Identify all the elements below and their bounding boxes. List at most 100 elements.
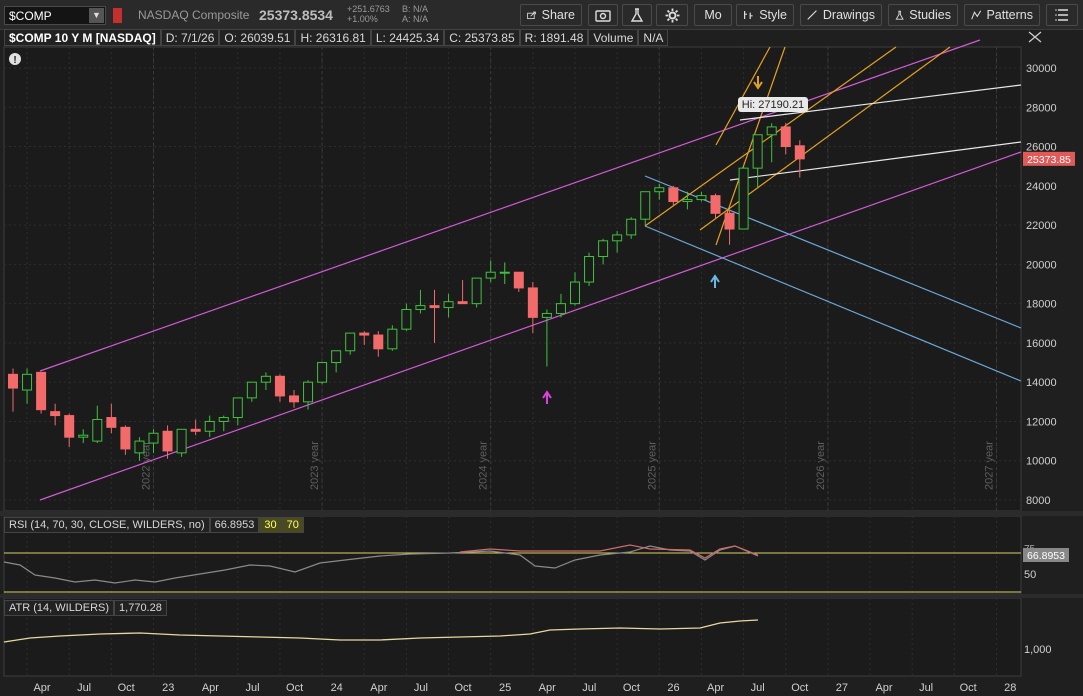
candle-down[interactable] — [190, 428, 201, 432]
candle-down[interactable] — [457, 301, 468, 305]
settings-button[interactable] — [656, 4, 688, 26]
candle-up[interactable] — [570, 281, 580, 305]
candle-up[interactable] — [331, 350, 342, 364]
candle-down[interactable] — [50, 411, 61, 417]
x-axis-tick-label: Jul — [582, 682, 596, 694]
price-chart[interactable]: 2022 year 2023 year 2024 year 2025 year 2026… — [0, 0, 1083, 696]
candle-up[interactable] — [555, 303, 566, 314]
candle-up[interactable] — [598, 240, 609, 258]
candle-up[interactable] — [78, 434, 89, 438]
x-axis-tick-label: Oct — [623, 682, 640, 694]
main-plot-area[interactable] — [3, 46, 1022, 512]
symbol-input[interactable]: $COMP ▼ — [4, 6, 106, 25]
candle-down[interactable] — [724, 212, 735, 230]
candle-up[interactable] — [134, 440, 145, 454]
candle-up[interactable] — [22, 373, 33, 391]
candle-up[interactable] — [246, 381, 257, 399]
rsi-header: RSI (14, 70, 30, CLOSE, WILDERS, no) 66.… — [4, 517, 304, 533]
candle-down[interactable] — [359, 332, 370, 336]
candle-down[interactable] — [120, 426, 131, 450]
collapse-icon[interactable] — [1027, 30, 1043, 44]
alert-icon[interactable] — [9, 53, 21, 65]
candle-up[interactable] — [752, 134, 763, 169]
panel-separator[interactable] — [0, 511, 1083, 516]
blue-trend-line-lower[interactable] — [644, 225, 1022, 382]
candle-up[interactable] — [682, 199, 693, 203]
regression-channel-upper[interactable] — [39, 39, 981, 372]
candle-up[interactable] — [766, 126, 777, 136]
candle-down[interactable] — [289, 395, 299, 403]
year-label: 2024 year — [478, 441, 490, 490]
candle-up[interactable] — [345, 332, 356, 352]
candle-up[interactable] — [471, 277, 482, 305]
candle-up[interactable] — [92, 418, 103, 442]
candle-up[interactable] — [584, 256, 595, 283]
candle-up[interactable] — [654, 187, 665, 193]
candle-up[interactable] — [541, 312, 552, 318]
studies-label: Studies — [909, 8, 951, 22]
change-absolute: +251.6763 — [347, 4, 390, 14]
candle-up[interactable] — [260, 375, 271, 383]
candle-down[interactable] — [513, 271, 524, 289]
year-label: 2027 year — [984, 441, 996, 490]
patterns-button[interactable]: Patterns — [964, 4, 1040, 26]
flag-icon[interactable] — [113, 8, 122, 23]
candle-up[interactable] — [148, 432, 159, 444]
candle-up[interactable] — [204, 420, 215, 432]
menu-button[interactable] — [1046, 4, 1078, 26]
snapshot-button[interactable] — [588, 4, 618, 26]
studies-button[interactable]: Studies — [888, 4, 958, 26]
candle-up[interactable] — [401, 309, 412, 330]
open-value: O: 26039.51 — [219, 29, 296, 46]
volume-value: N/A — [638, 29, 669, 46]
candle-up[interactable] — [317, 362, 328, 383]
candle-down[interactable] — [668, 187, 679, 203]
candle-down[interactable] — [274, 375, 285, 397]
studies-flask-button[interactable] — [622, 4, 652, 26]
close-value: C: 25373.85 — [444, 29, 520, 46]
orange-trend-line[interactable] — [644, 46, 897, 227]
candle-down[interactable] — [780, 126, 791, 148]
style-button[interactable]: Style — [736, 4, 794, 26]
drawings-button[interactable]: Drawings — [800, 4, 882, 26]
regression-channel-lower[interactable] — [39, 151, 1022, 501]
candle-up[interactable] — [640, 191, 651, 220]
share-button[interactable]: Share — [520, 4, 582, 26]
high-marker-bubble — [738, 97, 808, 112]
thinkorswim-chart-window: $COMP ▼ NASDAQ Composite 25373.8534 +251… — [0, 0, 1083, 696]
panel-separator[interactable] — [0, 594, 1083, 598]
candle-down[interactable] — [527, 287, 538, 318]
candle-up[interactable] — [738, 167, 749, 230]
candle-down[interactable] — [64, 415, 75, 438]
candle-up[interactable] — [232, 397, 243, 419]
candle-up[interactable] — [696, 195, 707, 201]
atr-tick-label: 1,000 — [1024, 644, 1052, 656]
candle-down[interactable] — [8, 373, 18, 389]
white-trend-line[interactable] — [739, 84, 1022, 121]
candle-up[interactable] — [415, 305, 426, 311]
candle-up[interactable] — [485, 271, 496, 279]
candle-up[interactable] — [303, 381, 314, 403]
last-price-tag — [1023, 151, 1075, 166]
candle-up[interactable] — [626, 218, 637, 236]
candle-up[interactable] — [443, 301, 454, 309]
chevron-down-icon[interactable]: ▼ — [89, 8, 104, 23]
candle-down[interactable] — [106, 417, 117, 428]
orange-trend-line[interactable] — [715, 46, 786, 246]
candle-up[interactable] — [218, 417, 229, 422]
timeframe-button[interactable]: Mo — [694, 4, 732, 26]
orange-trend-line[interactable] — [699, 46, 951, 231]
candle-down[interactable] — [429, 305, 440, 309]
candle-down[interactable] — [162, 430, 173, 452]
candle-down[interactable] — [373, 334, 384, 350]
candle-down[interactable] — [710, 195, 721, 214]
candle-up[interactable] — [612, 234, 623, 242]
candle-up[interactable] — [387, 328, 398, 350]
orange-trend-line[interactable] — [715, 46, 771, 146]
candle-down[interactable] — [794, 145, 805, 160]
candle-up[interactable] — [176, 428, 187, 454]
candle-up[interactable] — [499, 271, 510, 274]
candle-down[interactable] — [36, 371, 47, 411]
blue-trend-line-upper[interactable] — [644, 175, 1022, 329]
white-trend-line[interactable] — [729, 141, 1022, 181]
